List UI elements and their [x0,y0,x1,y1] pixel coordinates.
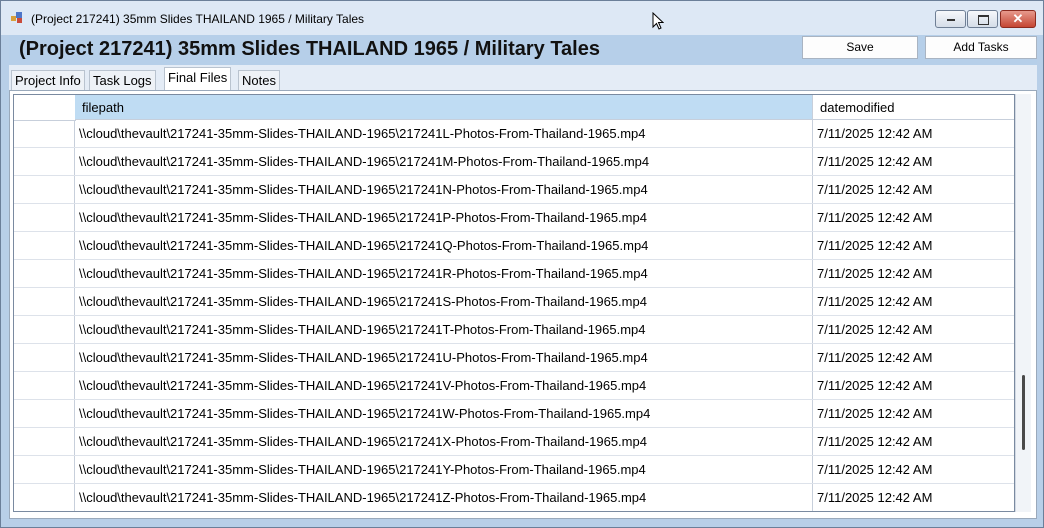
column-header-filepath[interactable]: filepath [75,95,813,120]
filepath-cell[interactable]: \\cloud\thevault\217241-35mm-Slides-THAI… [75,456,813,483]
datemodified-cell[interactable]: 7/11/2025 12:42 AM [813,400,1014,427]
row-header-cell[interactable] [14,428,75,455]
table-row[interactable]: \\cloud\thevault\217241-35mm-Slides-THAI… [14,344,1014,372]
table-row[interactable]: \\cloud\thevault\217241-35mm-Slides-THAI… [14,148,1014,176]
scrollbar-thumb[interactable] [1022,375,1025,450]
minimize-button[interactable] [935,10,966,28]
datemodified-cell[interactable]: 7/11/2025 12:42 AM [813,372,1014,399]
title-bar[interactable]: (Project 217241) 35mm Slides THAILAND 19… [1,1,1043,35]
filepath-cell[interactable]: \\cloud\thevault\217241-35mm-Slides-THAI… [75,372,813,399]
table-row[interactable]: \\cloud\thevault\217241-35mm-Slides-THAI… [14,484,1014,511]
filepath-cell[interactable]: \\cloud\thevault\217241-35mm-Slides-THAI… [75,204,813,231]
maximize-icon [978,15,989,25]
table-row[interactable]: \\cloud\thevault\217241-35mm-Slides-THAI… [14,232,1014,260]
filepath-cell[interactable]: \\cloud\thevault\217241-35mm-Slides-THAI… [75,316,813,343]
filepath-cell[interactable]: \\cloud\thevault\217241-35mm-Slides-THAI… [75,288,813,315]
datemodified-cell[interactable]: 7/11/2025 12:42 AM [813,456,1014,483]
row-header-cell[interactable] [14,120,75,147]
header-band: (Project 217241) 35mm Slides THAILAND 19… [9,35,1037,65]
row-header-cell[interactable] [14,484,75,511]
final-files-panel: filepath datemodified \\cloud\thevault\2… [9,90,1037,519]
datemodified-cell[interactable]: 7/11/2025 12:42 AM [813,484,1014,511]
filepath-cell[interactable]: \\cloud\thevault\217241-35mm-Slides-THAI… [75,176,813,203]
table-row[interactable]: \\cloud\thevault\217241-35mm-Slides-THAI… [14,456,1014,484]
row-header-cell[interactable] [14,204,75,231]
page-title: (Project 217241) 35mm Slides THAILAND 19… [19,38,600,60]
tab-task-logs[interactable]: Task Logs [89,70,156,90]
row-header-cell[interactable] [14,288,75,315]
maximize-button[interactable] [967,10,998,28]
add-tasks-button[interactable]: Add Tasks [925,36,1037,59]
row-header-cell[interactable] [14,372,75,399]
client-area: (Project 217241) 35mm Slides THAILAND 19… [9,35,1037,519]
datemodified-cell[interactable]: 7/11/2025 12:42 AM [813,344,1014,371]
table-row[interactable]: \\cloud\thevault\217241-35mm-Slides-THAI… [14,372,1014,400]
save-button[interactable]: Save [802,36,918,59]
column-header-datemodified[interactable]: datemodified [813,95,1014,120]
filepath-cell[interactable]: \\cloud\thevault\217241-35mm-Slides-THAI… [75,400,813,427]
table-row[interactable]: \\cloud\thevault\217241-35mm-Slides-THAI… [14,260,1014,288]
close-button[interactable]: ✕ [1000,10,1036,28]
datemodified-cell[interactable]: 7/11/2025 12:42 AM [813,232,1014,259]
table-row[interactable]: \\cloud\thevault\217241-35mm-Slides-THAI… [14,288,1014,316]
datemodified-cell[interactable]: 7/11/2025 12:42 AM [813,204,1014,231]
datemodified-cell[interactable]: 7/11/2025 12:42 AM [813,260,1014,287]
tab-strip: Project Info Task Logs Final Files Notes [9,67,1037,92]
filepath-cell[interactable]: \\cloud\thevault\217241-35mm-Slides-THAI… [75,120,813,147]
row-header-cell[interactable] [14,316,75,343]
tab-project-info[interactable]: Project Info [11,70,85,90]
filepath-cell[interactable]: \\cloud\thevault\217241-35mm-Slides-THAI… [75,344,813,371]
filepath-cell[interactable]: \\cloud\thevault\217241-35mm-Slides-THAI… [75,428,813,455]
row-header-cell[interactable] [14,400,75,427]
datemodified-cell[interactable]: 7/11/2025 12:42 AM [813,288,1014,315]
datemodified-cell[interactable]: 7/11/2025 12:42 AM [813,148,1014,175]
row-header-corner[interactable] [14,95,76,121]
table-row[interactable]: \\cloud\thevault\217241-35mm-Slides-THAI… [14,176,1014,204]
tab-final-files[interactable]: Final Files [164,67,232,90]
table-row[interactable]: \\cloud\thevault\217241-35mm-Slides-THAI… [14,428,1014,456]
app-icon [11,12,22,23]
close-icon: ✕ [1012,11,1024,26]
datemodified-cell[interactable]: 7/11/2025 12:42 AM [813,120,1014,147]
filepath-cell[interactable]: \\cloud\thevault\217241-35mm-Slides-THAI… [75,148,813,175]
row-header-cell[interactable] [14,148,75,175]
row-header-cell[interactable] [14,176,75,203]
row-header-cell[interactable] [14,456,75,483]
row-header-cell[interactable] [14,344,75,371]
files-grid[interactable]: filepath datemodified \\cloud\thevault\2… [13,94,1015,512]
filepath-cell[interactable]: \\cloud\thevault\217241-35mm-Slides-THAI… [75,232,813,259]
filepath-cell[interactable]: \\cloud\thevault\217241-35mm-Slides-THAI… [75,484,813,511]
row-header-cell[interactable] [14,232,75,259]
table-row[interactable]: \\cloud\thevault\217241-35mm-Slides-THAI… [14,204,1014,232]
row-header-cell[interactable] [14,260,75,287]
vertical-scrollbar[interactable] [1015,94,1031,512]
table-row[interactable]: \\cloud\thevault\217241-35mm-Slides-THAI… [14,400,1014,428]
minimize-icon [947,19,955,21]
table-row[interactable]: \\cloud\thevault\217241-35mm-Slides-THAI… [14,316,1014,344]
mouse-cursor-icon [652,12,664,30]
tab-notes[interactable]: Notes [238,70,280,90]
datemodified-cell[interactable]: 7/11/2025 12:42 AM [813,428,1014,455]
application-window: (Project 217241) 35mm Slides THAILAND 19… [0,0,1044,528]
filepath-cell[interactable]: \\cloud\thevault\217241-35mm-Slides-THAI… [75,260,813,287]
datemodified-cell[interactable]: 7/11/2025 12:42 AM [813,176,1014,203]
window-title: (Project 217241) 35mm Slides THAILAND 19… [31,12,365,26]
table-row[interactable]: \\cloud\thevault\217241-35mm-Slides-THAI… [14,120,1014,148]
datemodified-cell[interactable]: 7/11/2025 12:42 AM [813,316,1014,343]
